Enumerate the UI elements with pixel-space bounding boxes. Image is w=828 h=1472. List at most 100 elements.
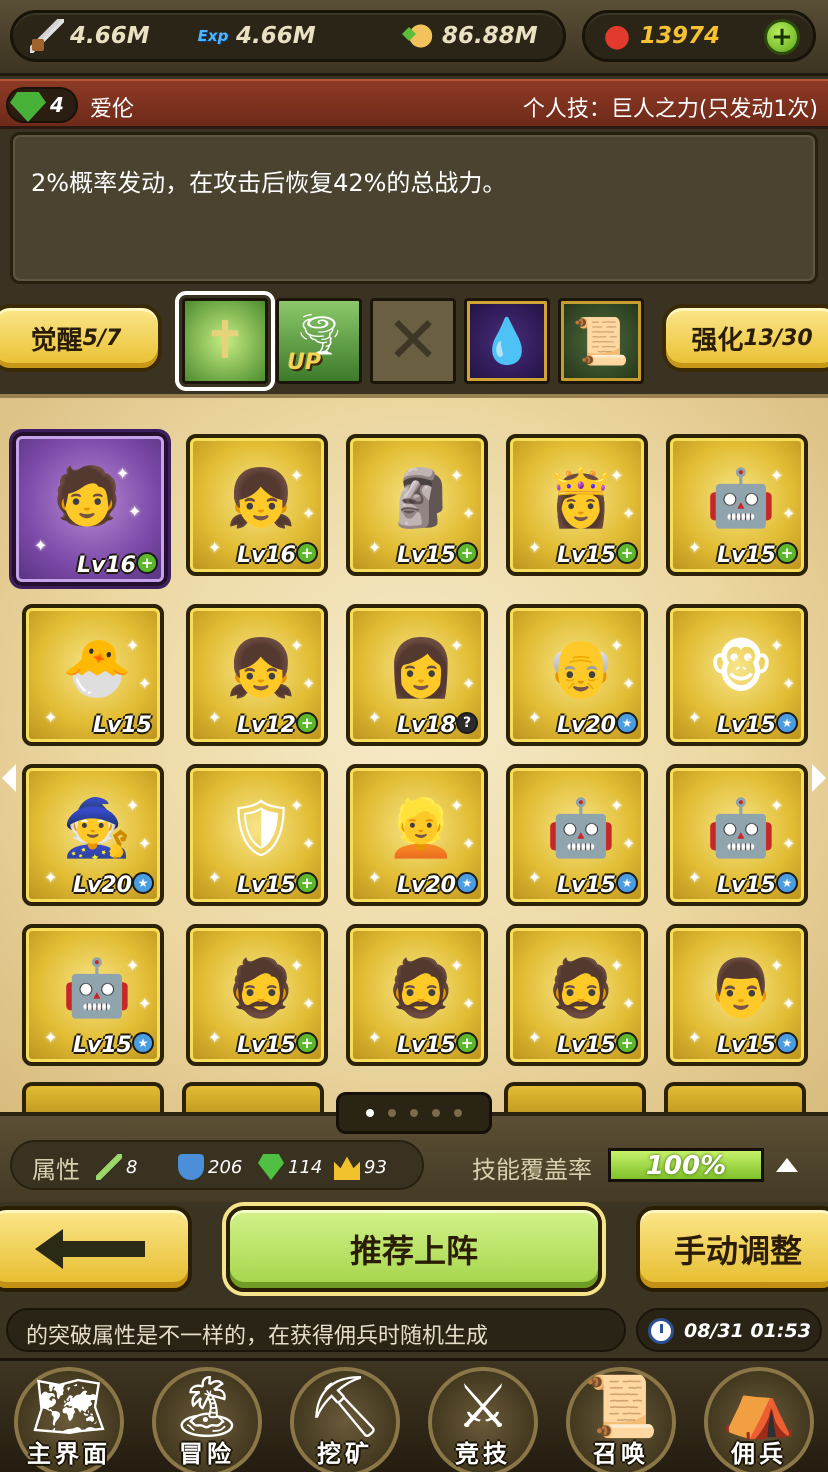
ruby-value: 13974 — [640, 23, 721, 49]
sparkle-icon: ✦ — [688, 1028, 702, 1047]
enhance-button[interactable]: 强化 13/30 — [662, 304, 828, 372]
mercenary-card[interactable]: 🐣 ✦ ✦ ✦ Lv15 — [22, 604, 164, 746]
mercenary-sprite: 🧑 — [52, 464, 122, 529]
plus-badge-icon: + — [296, 542, 318, 564]
mercenary-card[interactable]: 🛡 ✦ ✦ ✦ Lv15 + — [186, 764, 328, 906]
nav-label: 挖矿 — [317, 1440, 373, 1468]
awaken-button[interactable]: 觉醒 5/7 — [0, 304, 162, 372]
recommend-deploy-button[interactable]: 推荐上阵 — [226, 1206, 602, 1292]
mercenary-sprite: 👧 — [226, 466, 296, 531]
sparkle-icon: ✦ — [302, 674, 316, 693]
nav-item[interactable]: ⛺ 佣兵 — [690, 1361, 828, 1472]
stat-staff: 8 — [96, 1154, 137, 1180]
mercenary-level: Lv15 — [717, 713, 776, 738]
mercenary-card[interactable]: 👱 ✦ ✦ ✦ Lv20 ★ — [346, 764, 488, 906]
plus-badge-icon: + — [296, 712, 318, 734]
sparkle-icon: ✦ — [782, 504, 796, 523]
mercenary-card[interactable]: 🤖 ✦ ✦ ✦ Lv15 ★ — [666, 764, 808, 906]
mercenary-level: Lv16 — [77, 553, 136, 578]
mercenary-level: Lv20 — [397, 873, 456, 898]
mercenary-card[interactable]: 🧔 ✦ ✦ ✦ Lv15 + — [186, 924, 328, 1066]
talent-slot-scroll[interactable]: 📜 — [558, 298, 644, 384]
sparkle-icon: ✦ — [368, 1028, 382, 1047]
stat-crown: 93 — [334, 1154, 387, 1180]
mercenary-card[interactable]: 🤖 ✦ ✦ ✦ Lv15 + — [666, 434, 808, 576]
add-ruby-button[interactable]: + — [764, 19, 800, 55]
mercenary-sprite: 🤖 — [706, 796, 776, 861]
mercenary-level: Lv20 — [557, 713, 616, 738]
empty-slot-icon: ✕ — [386, 304, 440, 378]
talent-slot-staff[interactable]: ✝ — [175, 291, 275, 391]
sparkle-icon: ✦ — [462, 504, 476, 523]
page-dot[interactable] — [388, 1109, 396, 1117]
stat-crown-value: 93 — [364, 1156, 387, 1178]
page-dot[interactable] — [454, 1109, 462, 1117]
ticker-text: 的突破属性是不一样的，在获得佣兵时随机生成 — [26, 1324, 489, 1349]
page-dot[interactable] — [366, 1109, 374, 1117]
awaken-value: 5/7 — [82, 325, 122, 351]
nav-item[interactable]: 📜 召唤 — [552, 1361, 690, 1472]
star-badge-icon: ★ — [132, 1032, 154, 1054]
mercenary-sprite: 🤖 — [706, 466, 776, 531]
sparkle-icon: ✦ — [302, 994, 316, 1013]
mercenary-card[interactable]: 🗿 ✦ ✦ ✦ Lv15 + — [346, 434, 488, 576]
sparkle-icon: ✦ — [450, 956, 464, 975]
mercenary-level: Lv15 — [93, 713, 152, 738]
sparkle-icon: ✦ — [622, 834, 636, 853]
mercenary-level: Lv15 — [237, 1033, 296, 1058]
star-badge-icon: ★ — [776, 872, 798, 894]
enhance-value: 13/30 — [743, 325, 813, 351]
sparkle-icon: ✦ — [208, 538, 222, 557]
stat-defense: 206 — [178, 1154, 242, 1180]
mercenary-card[interactable]: 🐵 ✦ ✦ ✦ Lv15 ★ — [666, 604, 808, 746]
mercenary-level: Lv12 — [237, 713, 296, 738]
plus-badge-icon: + — [776, 542, 798, 564]
page-dot[interactable] — [432, 1109, 440, 1117]
mercenary-sprite: 🐣 — [62, 636, 132, 701]
up-label: UP — [287, 350, 321, 375]
nav-item[interactable]: ⚔ 竞技 — [414, 1361, 552, 1472]
mercenary-card[interactable]: 🧔 ✦ ✦ ✦ Lv15 + — [506, 924, 648, 1066]
page-dot[interactable] — [410, 1109, 418, 1117]
sparkle-icon: ✦ — [782, 834, 796, 853]
star-badge-icon: ★ — [456, 872, 478, 894]
hero-level: 4 — [50, 93, 64, 117]
mercenary-level: Lv15 — [557, 1033, 616, 1058]
talent-slot-empty[interactable]: ✕ — [370, 298, 456, 384]
mercenary-card[interactable]: 👨 ✦ ✦ ✦ Lv15 ★ — [666, 924, 808, 1066]
mercenary-sprite: 👸 — [546, 466, 616, 531]
sparkle-icon: ✦ — [688, 538, 702, 557]
sparkle-icon: ✦ — [44, 868, 58, 887]
clock-box: 08/31 01:53 — [636, 1308, 822, 1352]
back-button[interactable] — [0, 1206, 192, 1292]
sparkle-icon: ✦ — [302, 834, 316, 853]
mercenary-level: Lv15 — [717, 543, 776, 568]
nav-item[interactable]: 🏝 冒险 — [138, 1361, 276, 1472]
mercenary-card[interactable]: 🧑 ✦ ✦ ✦ Lv16 + — [12, 432, 168, 586]
mercenary-card[interactable]: 👸 ✦ ✦ ✦ Lv15 + — [506, 434, 648, 576]
talent-slot-tornado[interactable]: 🌪 UP — [276, 298, 362, 384]
mercenary-card[interactable]: 👩 ✦ ✦ ✦ Lv18? — [346, 604, 488, 746]
mercenary-card[interactable]: 👧 ✦ ✦ ✦ Lv12 + — [186, 604, 328, 746]
bottom-nav: 🗺 主界面 🏝 冒险 ⛏ 挖矿 ⚔ 竞技 📜 召唤 ⛺ 佣兵 — [0, 1358, 828, 1472]
page-indicator — [336, 1092, 492, 1134]
mercenary-card[interactable]: 🤖 ✦ ✦ ✦ Lv15 ★ — [22, 924, 164, 1066]
nav-item[interactable]: ⛏ 挖矿 — [276, 1361, 414, 1472]
mercenary-card[interactable]: 👧 ✦ ✦ ✦ Lv16 + — [186, 434, 328, 576]
sparkle-icon: ✦ — [116, 464, 130, 483]
nav-label: 冒险 — [179, 1440, 235, 1468]
mercenary-card[interactable]: 🧙 ✦ ✦ ✦ Lv20 ★ — [22, 764, 164, 906]
star-badge-icon: ★ — [616, 872, 638, 894]
gold-resource: 86.88M — [402, 18, 538, 54]
plus-badge-icon: + — [616, 1032, 638, 1054]
stat-staff-value: 8 — [126, 1156, 138, 1178]
nav-item[interactable]: 🗺 主界面 — [0, 1361, 138, 1472]
mercenary-card[interactable]: 🤖 ✦ ✦ ✦ Lv15 ★ — [506, 764, 648, 906]
mercenary-card[interactable]: 👴 ✦ ✦ ✦ Lv20 ★ — [506, 604, 648, 746]
talent-slot-blood[interactable]: 💧 — [464, 298, 550, 384]
plus-badge-icon: + — [456, 1032, 478, 1054]
stat-gem-value: 114 — [288, 1156, 323, 1178]
manual-adjust-button[interactable]: 手动调整 — [636, 1206, 828, 1292]
sparkle-icon: ✦ — [688, 708, 702, 727]
mercenary-card[interactable]: 🧔 ✦ ✦ ✦ Lv15 + — [346, 924, 488, 1066]
